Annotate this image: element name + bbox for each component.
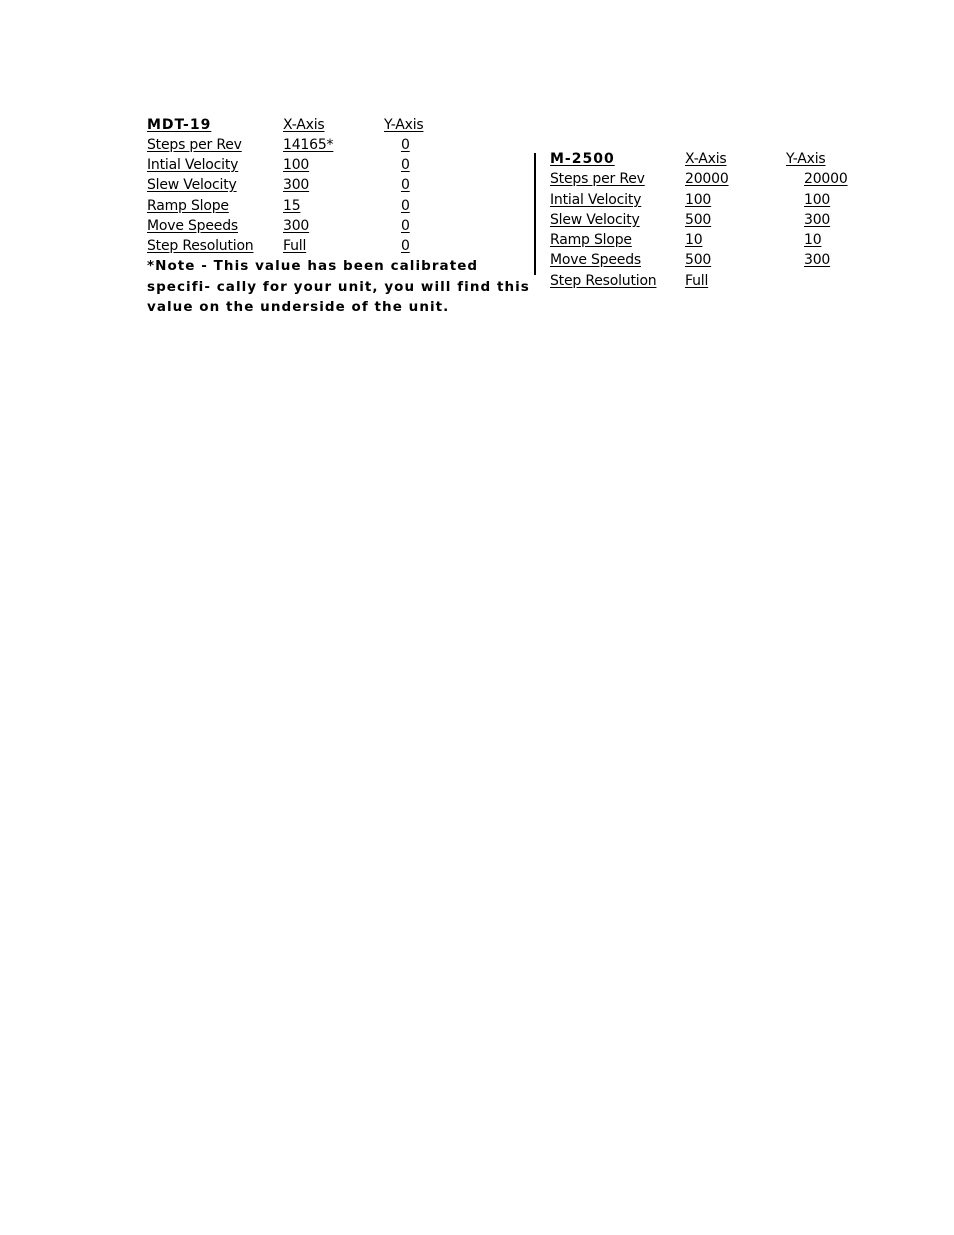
- calibration-note: *Note - This value has been calibrated s…: [147, 258, 530, 315]
- x-value: 20000: [685, 171, 729, 187]
- row-label: Step Resolution: [550, 273, 657, 289]
- x-value: 100: [283, 157, 310, 173]
- y-value: 20000: [804, 171, 848, 187]
- row-label: Steps per Rev: [550, 171, 645, 187]
- y-value: 0: [401, 177, 410, 193]
- y-value: 300: [804, 252, 831, 268]
- y-value: 0: [401, 198, 410, 214]
- row-label: Move Speeds: [550, 252, 641, 268]
- row-label: Intial Velocity: [147, 157, 239, 173]
- x-value: 300: [283, 218, 310, 234]
- row-label: Step Resolution: [147, 238, 254, 254]
- row-label: Ramp Slope: [147, 198, 229, 214]
- y-value: 0: [401, 238, 410, 254]
- y-value: 0: [401, 137, 410, 153]
- y-axis-header: Y-Axis: [384, 117, 424, 133]
- row-label: Steps per Rev: [147, 137, 242, 153]
- y-value: 0: [401, 218, 410, 234]
- x-value: 500: [685, 252, 712, 268]
- y-value: 300: [804, 212, 831, 228]
- x-axis-header: X-Axis: [685, 151, 727, 167]
- row-label: Move Speeds: [147, 218, 238, 234]
- x-axis-header: X-Axis: [283, 117, 325, 133]
- y-value: 0: [401, 157, 410, 173]
- y-value: 100: [804, 192, 831, 208]
- x-value: 300: [283, 177, 310, 193]
- x-value: 15: [283, 198, 301, 214]
- x-value: 10: [685, 232, 703, 248]
- x-value: 14165*: [283, 137, 334, 153]
- x-value: 100: [685, 192, 712, 208]
- row-label: Slew Velocity: [550, 212, 640, 228]
- row-label: Ramp Slope: [550, 232, 632, 248]
- x-value: 500: [685, 212, 712, 228]
- row-label: Slew Velocity: [147, 177, 237, 193]
- row-label: Intial Velocity: [550, 192, 642, 208]
- y-axis-header: Y-Axis: [786, 151, 826, 167]
- x-value: Full: [685, 273, 709, 289]
- x-value: Full: [283, 238, 307, 254]
- y-value: 10: [804, 232, 822, 248]
- m2500-title: M-2500: [550, 151, 615, 167]
- mdt19-title: MDT-19: [147, 117, 212, 133]
- column-divider: [534, 153, 536, 275]
